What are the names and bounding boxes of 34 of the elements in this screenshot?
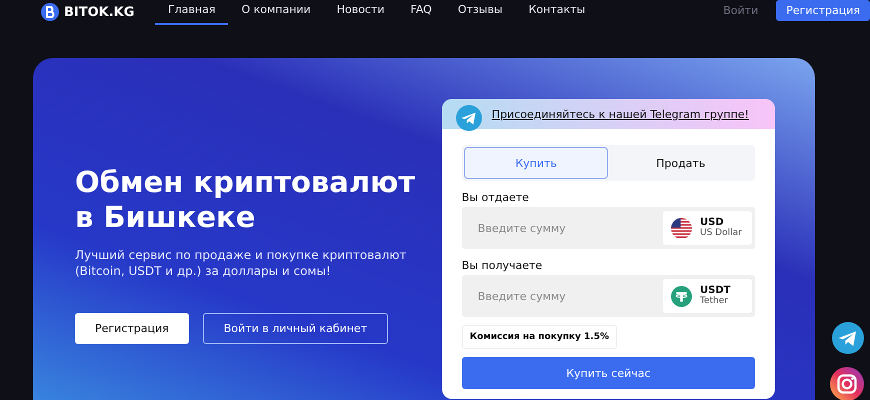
currency-name: Tether xyxy=(700,296,729,307)
currency-code: USDT xyxy=(700,285,730,296)
exchange-tab[interactable]: Продать xyxy=(608,147,754,179)
hero-subtitle: Лучший сервис по продаже и покупке криптовалют (Bitcoin, USDT и др.) за доллары и сомы! xyxy=(75,247,408,279)
nav-link[interactable]: Контакты xyxy=(516,0,598,25)
currency-code: USD xyxy=(700,217,725,228)
login-link[interactable]: Войти xyxy=(723,4,758,17)
login-button[interactable]: Войти в личный кабинет xyxy=(202,313,388,344)
telegram-icon[interactable] xyxy=(832,322,864,354)
nav-link[interactable]: О компании xyxy=(228,0,324,25)
register-button[interactable]: Регистрация xyxy=(776,0,870,21)
flag-icon xyxy=(671,218,692,238)
logo-icon xyxy=(40,2,60,22)
amount-field[interactable]: Введите сумму USDT Tether xyxy=(462,275,755,317)
telegram-link[interactable]: Присоединяйтесь к нашей Telegram группе! xyxy=(492,108,749,120)
instagram-icon[interactable] xyxy=(830,367,864,400)
amount-field[interactable]: Введите сумму USD US Dollar xyxy=(462,207,755,249)
buy-button[interactable]: Купить сейчас xyxy=(462,357,755,389)
logo-text: BITOK.KG xyxy=(64,4,134,20)
currency-name: US Dollar xyxy=(700,228,742,239)
commission-badge: Комиссия на покупку 1.5% xyxy=(462,325,617,349)
currency-selector[interactable]: USD US Dollar xyxy=(663,211,752,245)
field-label: Вы отдаете xyxy=(462,191,530,204)
telegram-icon xyxy=(456,105,482,131)
nav-link[interactable]: Главная xyxy=(154,0,228,25)
exchange-tab[interactable]: Купить xyxy=(464,147,608,179)
register-button[interactable]: Регистрация xyxy=(75,313,189,344)
currency-selector[interactable]: USDT Tether xyxy=(663,279,752,313)
field-label: Вы получаете xyxy=(462,259,544,272)
tether-icon xyxy=(671,286,692,306)
nav-link[interactable]: Новости xyxy=(324,0,398,25)
hero-title: Обмен криптовалют в Бишкеке xyxy=(75,165,416,235)
nav-link[interactable]: Отзывы xyxy=(444,0,516,25)
nav-link[interactable]: FAQ xyxy=(398,0,445,25)
